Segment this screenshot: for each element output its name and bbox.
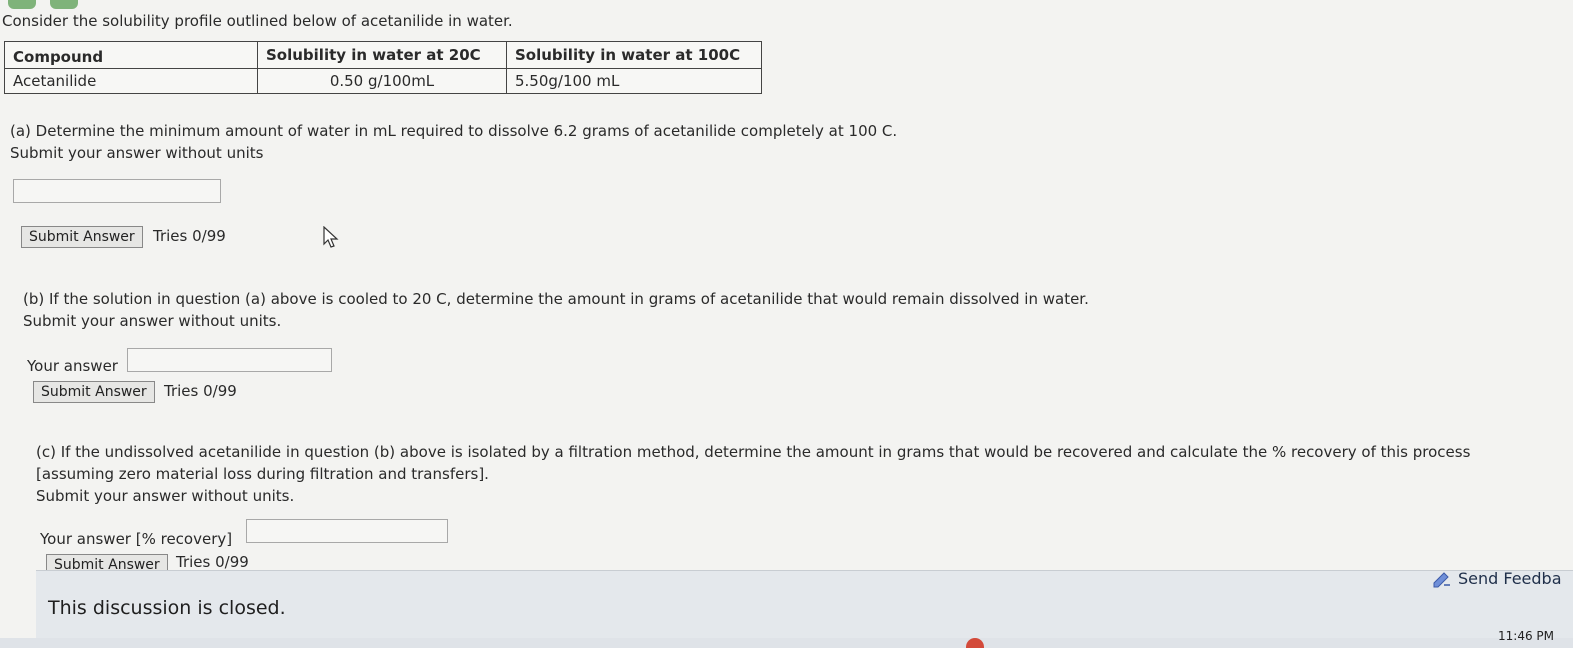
answer-a-input[interactable] [13,179,221,203]
question-b-text: (b) If the solution in question (a) abov… [23,290,1089,308]
question-c-instruction: Submit your answer without units. [36,487,295,505]
question-a-instruction: Submit your answer without units [10,144,264,162]
question-b-instruction: Submit your answer without units. [23,312,282,330]
intro-text: Consider the solubility profile outlined… [2,12,513,30]
question-a: (a) Determine the minimum amount of wate… [10,120,897,164]
table-row: Acetanilide 0.50 g/100mL 5.50g/100 mL [4,68,762,94]
table-header: Compound [4,41,258,69]
answer-b-label: Your answer [27,357,118,375]
feedback-icon [1433,571,1450,587]
back-arrow-icon[interactable] [8,0,36,9]
table-header-row: Compound Solubility in water at 20C Solu… [4,41,762,69]
answer-c-input[interactable] [246,519,448,543]
mouse-pointer-icon [323,226,339,248]
send-feedback-link[interactable]: Send Feedba [1432,569,1562,589]
table-cell: 0.50 g/100mL [257,68,507,94]
submit-answer-a-button[interactable]: Submit Answer [21,226,143,248]
table-header: Solubility in water at 20C [257,41,507,69]
table-cell: Acetanilide [4,68,258,94]
question-c-text: (c) If the undissolved acetanilide in qu… [36,443,1471,461]
send-feedback-label: Send Feedba [1458,569,1562,588]
question-a-text: (a) Determine the minimum amount of wate… [10,122,898,140]
answer-c-label: Your answer [% recovery] [40,530,233,548]
tries-a: Tries 0/99 [153,227,226,245]
tries-c: Tries 0/99 [176,553,249,571]
taskbar [0,638,1573,648]
answer-b-input[interactable] [127,348,332,372]
table-header: Solubility in water at 100C [506,41,762,69]
question-b: (b) If the solution in question (a) abov… [23,288,1089,332]
forward-arrow-icon[interactable] [50,0,78,9]
submit-answer-b-button[interactable]: Submit Answer [33,381,155,403]
question-c-note: [assuming zero material loss during filt… [36,465,489,483]
table-cell: 5.50g/100 mL [506,68,762,94]
question-c: (c) If the undissolved acetanilide in qu… [36,441,1470,507]
solubility-table: Compound Solubility in water at 20C Solu… [4,41,762,94]
taskbar-clock: 11:46 PM [1498,629,1554,643]
discussion-closed-text: This discussion is closed. [48,597,286,619]
tries-b: Tries 0/99 [164,382,237,400]
